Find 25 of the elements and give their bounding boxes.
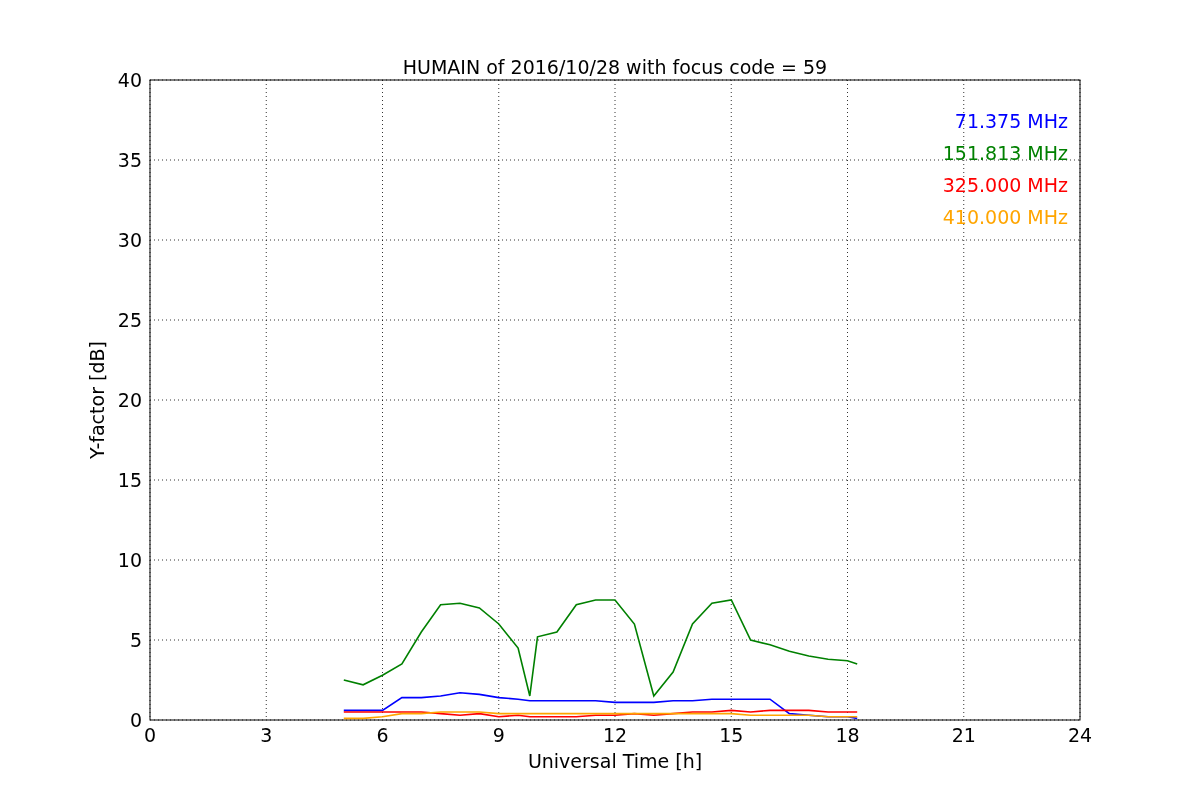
tick-label: 0 bbox=[129, 709, 142, 731]
tick-label: 12 bbox=[602, 724, 628, 746]
tick-label: 3 bbox=[260, 724, 273, 746]
tick-label: 21 bbox=[951, 724, 976, 746]
tick-label: 10 bbox=[117, 549, 142, 571]
legend-label: 151.813 MHz bbox=[942, 142, 1068, 164]
chart-title: HUMAIN of 2016/10/28 with focus code = 59 bbox=[402, 56, 828, 78]
legend-label: 325.000 MHz bbox=[942, 174, 1068, 196]
tick-label: 40 bbox=[117, 69, 142, 91]
tick-label: 25 bbox=[117, 309, 142, 331]
tick-label: 15 bbox=[117, 469, 142, 491]
legend-label: 71.375 MHz bbox=[954, 110, 1068, 132]
tick-label: 6 bbox=[376, 724, 389, 746]
tick-label: 30 bbox=[117, 229, 142, 251]
tick-label: 5 bbox=[129, 629, 142, 651]
tick-label: 24 bbox=[1067, 724, 1093, 746]
tick-label: 35 bbox=[117, 149, 142, 171]
tick-label: 20 bbox=[117, 389, 142, 411]
tick-label: 18 bbox=[835, 724, 860, 746]
y-axis-label: Y-factor [dB] bbox=[86, 341, 108, 459]
x-axis-label: Universal Time [h] bbox=[527, 750, 703, 772]
tick-label: 9 bbox=[492, 724, 505, 746]
tick-label: 0 bbox=[143, 724, 157, 746]
legend-label: 410.000 MHz bbox=[942, 206, 1068, 228]
tick-label: 15 bbox=[719, 724, 744, 746]
